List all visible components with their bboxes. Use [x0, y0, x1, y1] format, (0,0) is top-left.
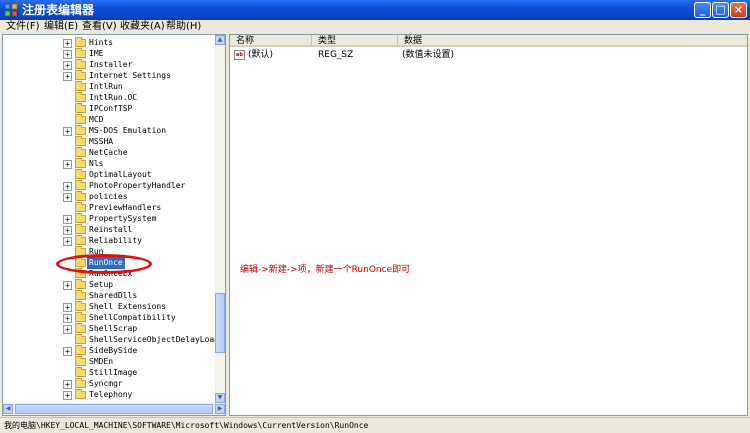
status-key-path: 我的电脑\HKEY_LOCAL_MACHINE\SOFTWARE\Microso…	[4, 421, 369, 430]
registry-key-tree[interactable]: + Hints + IME + Installer + Internet Settings In…	[2, 34, 226, 416]
tree-horizontal-scroll-thumb[interactable]	[15, 404, 213, 414]
folder-icon	[75, 213, 86, 223]
expand-plus-icon[interactable]: +	[63, 72, 72, 81]
value-name: (默认)	[248, 50, 274, 60]
expand-plus-icon[interactable]: +	[63, 226, 72, 235]
folder-icon	[75, 147, 86, 157]
folder-icon	[75, 389, 86, 399]
close-button[interactable]: ×	[730, 2, 747, 18]
tree-item[interactable]: NetCache	[3, 147, 215, 159]
folder-icon	[75, 312, 86, 322]
folder-icon	[75, 224, 86, 234]
menu-file[interactable]: 文件(F)	[6, 20, 40, 33]
registry-editor-app-icon	[4, 3, 18, 17]
tree-item[interactable]: + Reliability	[3, 235, 215, 247]
folder-icon	[75, 279, 86, 289]
value-type: REG_SZ	[318, 50, 354, 60]
expand-plus-icon[interactable]: +	[63, 50, 72, 59]
folder-icon	[75, 158, 86, 168]
tree-item[interactable]: + Hints	[3, 37, 215, 49]
registry-value-list[interactable]: 名称 类型 数据 ab (默认) REG_SZ (数值未设置)	[229, 34, 748, 416]
folder-icon	[75, 81, 86, 91]
expand-plus-icon[interactable]: +	[63, 380, 72, 389]
folder-icon	[75, 345, 86, 355]
menu-bar: 文件(F) 编辑(E) 查看(V) 收藏夹(A) 帮助(H)	[0, 20, 750, 33]
folder-icon	[75, 356, 86, 366]
tree-item-label: Telephony	[89, 390, 133, 399]
reg-string-icon: ab	[234, 50, 245, 60]
status-bar: 我的电脑\HKEY_LOCAL_MACHINE\SOFTWARE\Microso…	[0, 417, 750, 433]
expand-plus-icon[interactable]: +	[63, 347, 72, 356]
maximize-button[interactable]: □	[712, 2, 729, 18]
column-header-data[interactable]: 数据	[398, 35, 747, 47]
folder-icon	[75, 334, 86, 344]
expand-plus-icon[interactable]: +	[63, 39, 72, 48]
folder-icon	[75, 290, 86, 300]
value-row-default[interactable]: ab (默认) REG_SZ (数值未设置)	[230, 49, 730, 61]
expand-plus-icon[interactable]: +	[63, 281, 72, 290]
menu-help[interactable]: 帮助(H)	[166, 20, 201, 33]
scroll-right-arrow-icon[interactable]: ▶	[215, 404, 225, 414]
scroll-down-arrow-icon[interactable]: ▼	[215, 393, 225, 403]
tree-horizontal-scrollbar[interactable]: ◀ ▶	[3, 403, 225, 415]
folder-icon	[75, 169, 86, 179]
column-header-name-label: 名称	[236, 36, 255, 46]
scroll-left-arrow-icon[interactable]: ◀	[3, 404, 13, 414]
folder-icon	[75, 323, 86, 333]
folder-icon	[75, 59, 86, 69]
folder-icon	[75, 301, 86, 311]
expand-plus-icon[interactable]: +	[63, 237, 72, 246]
window-title: 注册表编辑器	[22, 3, 95, 17]
folder-icon	[75, 180, 86, 190]
folder-icon	[75, 92, 86, 102]
folder-icon	[75, 378, 86, 388]
expand-plus-icon[interactable]: +	[63, 215, 72, 224]
annotation-instruction: 编辑->新建->项，新建一个RunOnce即可	[240, 265, 411, 275]
folder-icon	[75, 235, 86, 245]
column-header-type[interactable]: 类型	[312, 35, 398, 47]
expand-plus-icon[interactable]: +	[63, 160, 72, 169]
expand-plus-icon[interactable]: +	[63, 325, 72, 334]
expand-plus-icon[interactable]: +	[63, 61, 72, 70]
minimize-button[interactable]: _	[694, 2, 711, 18]
folder-icon	[75, 367, 86, 377]
folder-icon	[75, 70, 86, 80]
tree-item[interactable]: IPConfTSP	[3, 103, 215, 115]
title-bar[interactable]: 注册表编辑器 _ □ ×	[0, 0, 750, 20]
tree-item[interactable]: + Telephony	[3, 389, 215, 401]
folder-icon	[75, 37, 86, 47]
expand-plus-icon[interactable]: +	[63, 314, 72, 323]
expand-plus-icon[interactable]: +	[63, 391, 72, 400]
expand-plus-icon[interactable]: +	[63, 193, 72, 202]
red-highlight-ellipse	[56, 254, 152, 274]
menu-view[interactable]: 查看(V)	[82, 20, 117, 33]
column-header-name[interactable]: 名称	[230, 35, 312, 47]
folder-icon	[75, 114, 86, 124]
folder-icon	[75, 136, 86, 146]
column-header-type-label: 类型	[318, 36, 337, 46]
folder-icon	[75, 103, 86, 113]
folder-icon	[75, 48, 86, 58]
folder-icon	[75, 202, 86, 212]
expand-plus-icon[interactable]: +	[63, 182, 72, 191]
folder-icon	[75, 191, 86, 201]
column-header-data-label: 数据	[404, 36, 423, 46]
value-data: (数值未设置)	[402, 50, 455, 60]
expand-plus-icon[interactable]: +	[63, 303, 72, 312]
menu-favorites[interactable]: 收藏夹(A)	[120, 20, 165, 33]
tree-vertical-scroll-thumb[interactable]	[215, 293, 225, 353]
expand-plus-icon[interactable]: +	[63, 127, 72, 136]
registry-editor-window: 注册表编辑器 _ □ × 文件(F) 编辑(E) 查看(V) 收藏夹(A) 帮助…	[0, 0, 750, 433]
menu-edit[interactable]: 编辑(E)	[44, 20, 78, 33]
folder-icon	[75, 125, 86, 135]
scroll-up-arrow-icon[interactable]: ▲	[215, 35, 225, 45]
tree-vertical-scrollbar[interactable]: ▲ ▼	[215, 35, 225, 403]
